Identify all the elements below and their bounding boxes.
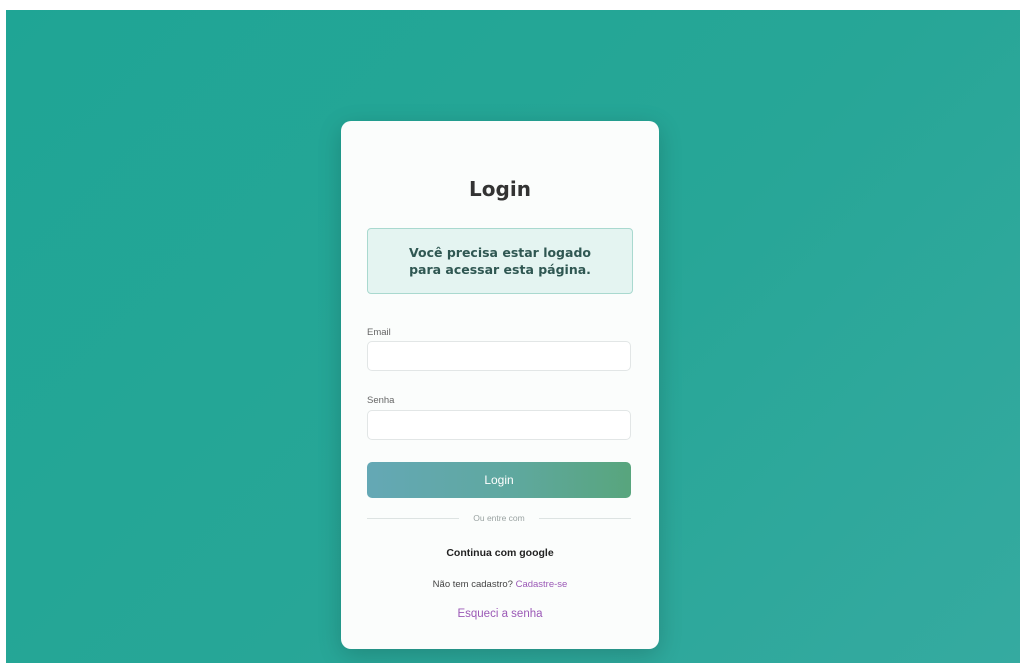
email-label: Email [367, 327, 391, 338]
alert-message: Você precisa estar logado para acessar e… [409, 245, 591, 277]
password-label: Senha [367, 395, 395, 406]
login-card: Login Você precisa estar logado para ace… [341, 121, 659, 649]
login-button[interactable]: Login [367, 462, 631, 498]
divider-text: Ou entre com [473, 513, 525, 523]
forgot-password-link[interactable]: Esqueci a senha [341, 608, 659, 620]
login-title: Login [469, 177, 531, 201]
google-login-button[interactable]: Continua com google [341, 547, 659, 559]
auth-required-alert: Você precisa estar logado para acessar e… [367, 228, 633, 294]
page-background: Login Você precisa estar logado para ace… [6, 10, 1020, 663]
signup-link[interactable]: Cadastre-se [516, 579, 568, 590]
email-field[interactable] [367, 341, 631, 371]
signup-prompt: Não tem cadastro? [432, 579, 513, 590]
password-field[interactable] [367, 410, 631, 440]
or-divider: Ou entre com [367, 512, 631, 524]
signup-row: Não tem cadastro? Cadastre-se [341, 579, 659, 590]
